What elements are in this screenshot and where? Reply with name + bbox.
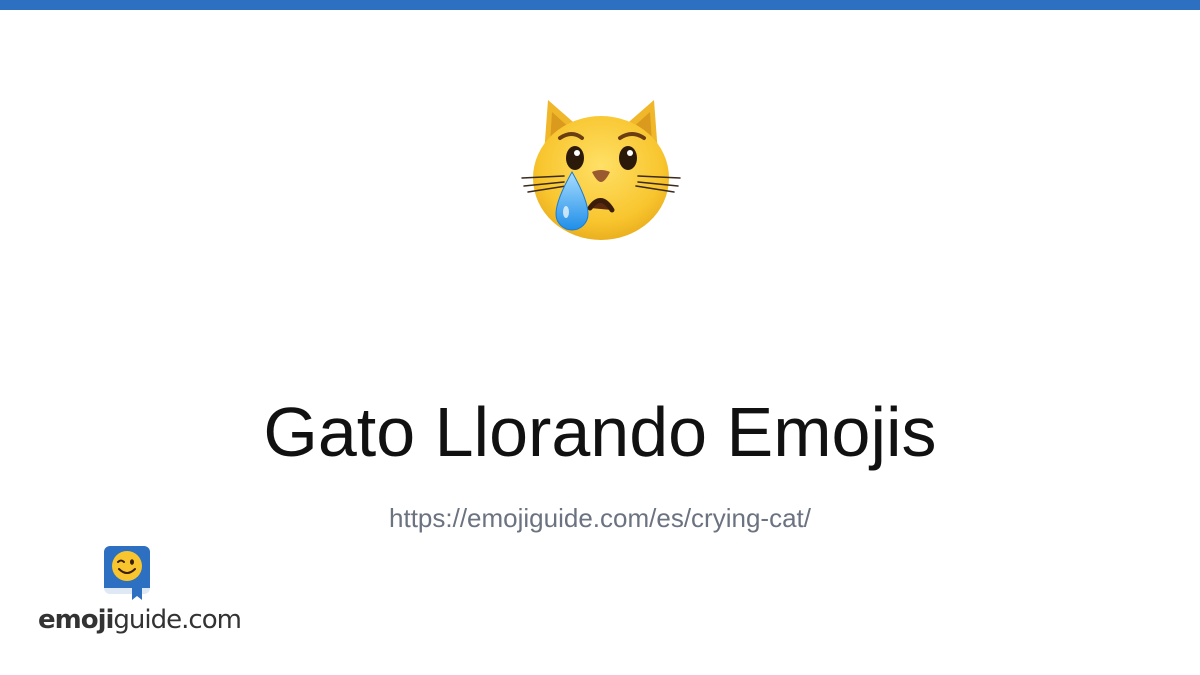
logo-text: emojiguide.com [38,604,242,636]
winking-face-book-icon [102,544,152,600]
site-logo[interactable]: emojiguide.com [38,544,242,644]
page-title: Gato Llorando Emojis [263,393,937,471]
page-url[interactable]: https://emojiguide.com/es/crying-cat/ [0,500,1200,536]
crying-cat-icon [520,92,682,244]
top-accent-bar [0,0,1200,10]
logo-text-bold: emoji [38,605,114,635]
logo-text-regular: guide.com [113,605,241,635]
